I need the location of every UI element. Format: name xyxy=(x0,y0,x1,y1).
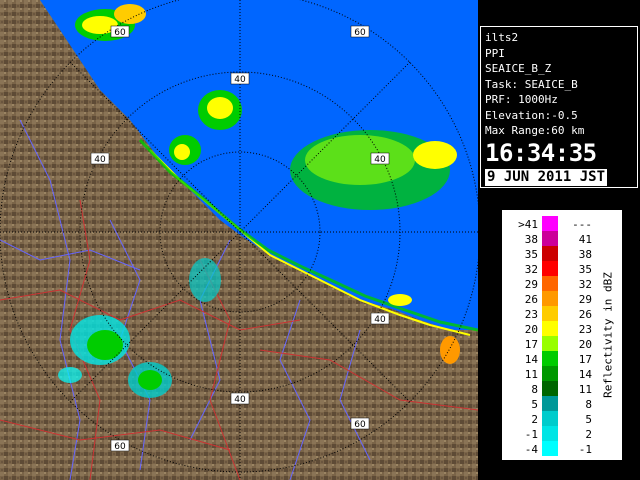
legend-swatch xyxy=(542,411,558,426)
legend-swatch xyxy=(542,336,558,351)
legend-low-value: -4 xyxy=(524,443,538,456)
ring-label-60-sw: 60 xyxy=(114,442,126,452)
ring-label-60-se: 60 xyxy=(354,420,366,430)
ring-label-40-ne: 40 xyxy=(374,155,386,165)
legend-swatch xyxy=(542,426,558,441)
legend-swatch xyxy=(542,306,558,321)
ring-label-60-ne: 60 xyxy=(354,28,366,38)
legend-swatch xyxy=(542,396,558,411)
ring-label-40-e: 40 xyxy=(374,315,386,325)
legend-swatch xyxy=(542,321,558,336)
legend-swatch xyxy=(542,351,558,366)
site-name: ilts2 xyxy=(485,31,519,44)
elevation-value: Elevation:-0.5 xyxy=(485,108,578,122)
ring-label-40-w: 40 xyxy=(94,155,106,165)
legend-swatch xyxy=(542,261,558,276)
ring-label-40-n: 40 xyxy=(234,75,246,85)
legend-swatch xyxy=(542,441,558,456)
legend-swatch xyxy=(542,276,558,291)
scan-date: 9 JUN 2011 JST xyxy=(485,168,608,186)
radar-map: 40 40 40 40 40 60 60 60 60 xyxy=(0,0,478,480)
ring-label-60-nw: 60 xyxy=(114,28,126,38)
ring-label-40-s: 40 xyxy=(234,395,246,405)
legend-title-text: Reflectivity in dBZ xyxy=(601,272,615,398)
task-name: Task: SEAICE_B xyxy=(485,77,578,91)
product-type: PPI xyxy=(485,46,505,60)
legend-swatch xyxy=(542,381,558,396)
legend-swatch xyxy=(542,246,558,261)
legend-high-value: -1 xyxy=(578,443,592,456)
max-range-value: Max Range:60 km xyxy=(485,124,585,137)
legend-swatch xyxy=(542,291,558,306)
product-name: SEAICE_B_Z xyxy=(485,62,552,75)
legend-title: Reflectivity in dBZ xyxy=(598,210,618,460)
scan-time: 16:34:35 xyxy=(485,138,597,167)
legend-swatch xyxy=(542,216,558,231)
prf-value: PRF: 1000Hz xyxy=(485,93,558,106)
radar-info-panel: ilts2 PPI SEAICE_B_Z Task: SEAICE_B PRF:… xyxy=(480,26,638,188)
legend-swatch xyxy=(542,231,558,246)
radar-ppi-display: 40 40 40 40 40 60 60 60 60 xyxy=(0,0,478,480)
legend-swatch xyxy=(542,366,558,381)
reflectivity-legend: >41 --- 38 41 35 38 32 35 29 32 26 29 23 26 20 23 17 20 14… xyxy=(502,210,622,460)
